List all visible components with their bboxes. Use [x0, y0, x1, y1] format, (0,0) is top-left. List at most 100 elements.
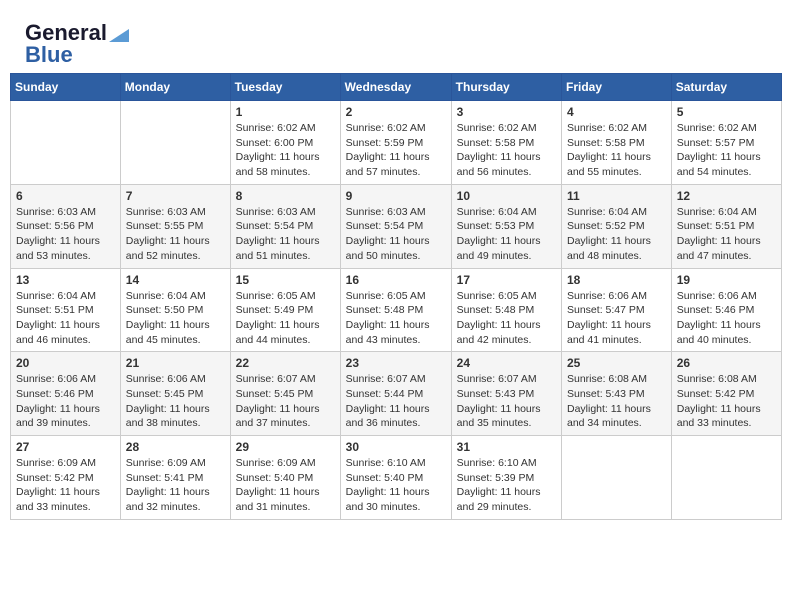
day-number: 24 [457, 356, 556, 370]
day-info: Sunrise: 6:03 AMSunset: 5:54 PMDaylight:… [236, 205, 335, 264]
calendar-cell: 29 Sunrise: 6:09 AMSunset: 5:40 PMDayligh… [230, 436, 340, 520]
calendar-cell: 9Sunrise: 6:03 AMSunset: 5:54 PMDaylight… [340, 184, 451, 268]
day-number: 31 [457, 440, 556, 454]
day-info: Sunrise: 6:08 AMSunset: 5:42 PMDaylight:… [677, 372, 776, 431]
day-info: Sunrise: 6:05 AMSunset: 5:49 PMDaylight:… [236, 289, 335, 348]
calendar-cell: 14 Sunrise: 6:04 AMSunset: 5:50 PMDayligh… [120, 268, 230, 352]
day-info: Sunrise: 6:06 AMSunset: 5:46 PMDaylight:… [677, 289, 776, 348]
day-info: Sunrise: 6:03 AMSunset: 5:54 PMDaylight:… [346, 205, 446, 264]
calendar-cell: 19 Sunrise: 6:06 AMSunset: 5:46 PMDayligh… [671, 268, 781, 352]
day-number: 21 [126, 356, 225, 370]
calendar-cell: 6 Sunrise: 6:03 AMSunset: 5:56 PMDaylight… [11, 184, 121, 268]
calendar-cell: 10 Sunrise: 6:04 AMSunset: 5:53 PMDayligh… [451, 184, 561, 268]
day-info: Sunrise: 6:07 AMSunset: 5:45 PMDaylight:… [236, 372, 335, 431]
calendar-week-row: 27Sunrise: 6:09 AMSunset: 5:42 PMDayligh… [11, 436, 782, 520]
day-info: Sunrise: 6:03 AMSunset: 5:55 PMDaylight:… [126, 205, 225, 264]
day-info: Sunrise: 6:09 AMSunset: 5:42 PMDaylight:… [16, 456, 115, 515]
day-number: 30 [346, 440, 446, 454]
calendar-cell: 18 Sunrise: 6:06 AMSunset: 5:47 PMDayligh… [562, 268, 672, 352]
calendar-cell: 22 Sunrise: 6:07 AMSunset: 5:45 PMDayligh… [230, 352, 340, 436]
day-info: Sunrise: 6:03 AMSunset: 5:56 PMDaylight:… [16, 205, 115, 264]
day-info: Sunrise: 6:04 AMSunset: 5:51 PMDaylight:… [16, 289, 115, 348]
calendar-header-row: SundayMondayTuesdayWednesdayThursdayFrid… [11, 74, 782, 101]
day-number: 14 [126, 273, 225, 287]
calendar-cell: 12 Sunrise: 6:04 AMSunset: 5:51 PMDayligh… [671, 184, 781, 268]
day-info: Sunrise: 6:10 AMSunset: 5:40 PMDaylight:… [346, 456, 446, 515]
day-info: Sunrise: 6:02 AMSunset: 5:58 PMDaylight:… [567, 121, 666, 180]
calendar-table: SundayMondayTuesdayWednesdayThursdayFrid… [10, 73, 782, 520]
calendar-cell: 3Sunrise: 6:02 AMSunset: 5:58 PMDaylight… [451, 101, 561, 185]
calendar-cell: 26Sunrise: 6:08 AMSunset: 5:42 PMDayligh… [671, 352, 781, 436]
calendar-cell [562, 436, 672, 520]
day-info: Sunrise: 6:04 AMSunset: 5:51 PMDaylight:… [677, 205, 776, 264]
calendar-cell [120, 101, 230, 185]
day-number: 3 [457, 105, 556, 119]
day-info: Sunrise: 6:06 AMSunset: 5:46 PMDaylight:… [16, 372, 115, 431]
day-number: 12 [677, 189, 776, 203]
day-info: Sunrise: 6:05 AMSunset: 5:48 PMDaylight:… [346, 289, 446, 348]
calendar-cell: 11 Sunrise: 6:04 AMSunset: 5:52 PMDayligh… [562, 184, 672, 268]
day-info: Sunrise: 6:04 AMSunset: 5:52 PMDaylight:… [567, 205, 666, 264]
calendar-cell: 21 Sunrise: 6:06 AMSunset: 5:45 PMDayligh… [120, 352, 230, 436]
calendar-cell: 4 Sunrise: 6:02 AMSunset: 5:58 PMDaylight… [562, 101, 672, 185]
day-info: Sunrise: 6:06 AMSunset: 5:47 PMDaylight:… [567, 289, 666, 348]
day-info: Sunrise: 6:08 AMSunset: 5:43 PMDaylight:… [567, 372, 666, 431]
calendar-week-row: 1 Sunrise: 6:02 AMSunset: 6:00 PMDaylight… [11, 101, 782, 185]
weekday-header: Friday [562, 74, 672, 101]
day-number: 22 [236, 356, 335, 370]
day-info: Sunrise: 6:06 AMSunset: 5:45 PMDaylight:… [126, 372, 225, 431]
calendar-week-row: 20 Sunrise: 6:06 AMSunset: 5:46 PMDayligh… [11, 352, 782, 436]
day-number: 19 [677, 273, 776, 287]
calendar-cell: 23 Sunrise: 6:07 AMSunset: 5:44 PMDayligh… [340, 352, 451, 436]
day-number: 8 [236, 189, 335, 203]
calendar-cell: 7Sunrise: 6:03 AMSunset: 5:55 PMDaylight… [120, 184, 230, 268]
day-number: 6 [16, 189, 115, 203]
calendar-cell: 5Sunrise: 6:02 AMSunset: 5:57 PMDaylight… [671, 101, 781, 185]
day-info: Sunrise: 6:10 AMSunset: 5:39 PMDaylight:… [457, 456, 556, 515]
weekday-header: Wednesday [340, 74, 451, 101]
calendar-cell: 25Sunrise: 6:08 AMSunset: 5:43 PMDayligh… [562, 352, 672, 436]
weekday-header: Saturday [671, 74, 781, 101]
calendar-week-row: 6 Sunrise: 6:03 AMSunset: 5:56 PMDaylight… [11, 184, 782, 268]
day-info: Sunrise: 6:02 AMSunset: 5:57 PMDaylight:… [677, 121, 776, 180]
day-info: Sunrise: 6:07 AMSunset: 5:44 PMDaylight:… [346, 372, 446, 431]
weekday-header: Tuesday [230, 74, 340, 101]
calendar-cell: 31 Sunrise: 6:10 AMSunset: 5:39 PMDayligh… [451, 436, 561, 520]
calendar-cell [11, 101, 121, 185]
page-header: General Blue [10, 10, 782, 73]
calendar-week-row: 13 Sunrise: 6:04 AMSunset: 5:51 PMDayligh… [11, 268, 782, 352]
calendar-cell: 30 Sunrise: 6:10 AMSunset: 5:40 PMDayligh… [340, 436, 451, 520]
day-number: 4 [567, 105, 666, 119]
day-info: Sunrise: 6:04 AMSunset: 5:50 PMDaylight:… [126, 289, 225, 348]
day-number: 1 [236, 105, 335, 119]
day-number: 11 [567, 189, 666, 203]
logo-icon [109, 24, 129, 42]
calendar-cell: 24Sunrise: 6:07 AMSunset: 5:43 PMDayligh… [451, 352, 561, 436]
day-info: Sunrise: 6:02 AMSunset: 6:00 PMDaylight:… [236, 121, 335, 180]
calendar-cell: 17Sunrise: 6:05 AMSunset: 5:48 PMDayligh… [451, 268, 561, 352]
day-number: 18 [567, 273, 666, 287]
calendar-cell: 2Sunrise: 6:02 AMSunset: 5:59 PMDaylight… [340, 101, 451, 185]
logo-text-blue: Blue [25, 42, 73, 68]
weekday-header: Sunday [11, 74, 121, 101]
day-number: 15 [236, 273, 335, 287]
day-number: 29 [236, 440, 335, 454]
day-info: Sunrise: 6:04 AMSunset: 5:53 PMDaylight:… [457, 205, 556, 264]
day-info: Sunrise: 6:09 AMSunset: 5:41 PMDaylight:… [126, 456, 225, 515]
calendar-cell: 1 Sunrise: 6:02 AMSunset: 6:00 PMDaylight… [230, 101, 340, 185]
day-info: Sunrise: 6:02 AMSunset: 5:59 PMDaylight:… [346, 121, 446, 180]
calendar-cell: 13 Sunrise: 6:04 AMSunset: 5:51 PMDayligh… [11, 268, 121, 352]
logo: General Blue [25, 20, 129, 68]
calendar-cell: 28 Sunrise: 6:09 AMSunset: 5:41 PMDayligh… [120, 436, 230, 520]
day-number: 10 [457, 189, 556, 203]
day-number: 20 [16, 356, 115, 370]
day-number: 28 [126, 440, 225, 454]
day-number: 13 [16, 273, 115, 287]
calendar-cell: 27Sunrise: 6:09 AMSunset: 5:42 PMDayligh… [11, 436, 121, 520]
weekday-header: Monday [120, 74, 230, 101]
day-info: Sunrise: 6:09 AMSunset: 5:40 PMDaylight:… [236, 456, 335, 515]
calendar-cell: 8 Sunrise: 6:03 AMSunset: 5:54 PMDaylight… [230, 184, 340, 268]
day-number: 23 [346, 356, 446, 370]
day-number: 16 [346, 273, 446, 287]
calendar-cell [671, 436, 781, 520]
